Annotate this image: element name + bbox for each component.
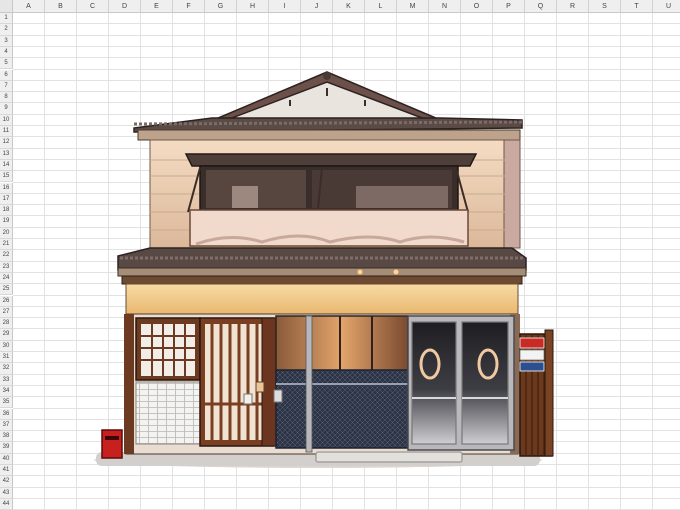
blue-sign [519, 361, 545, 372]
upper-eave [137, 129, 521, 141]
left-pillar [124, 314, 134, 454]
storefront-illustration[interactable] [0, 0, 680, 510]
display-window [275, 315, 409, 373]
red-sign [519, 337, 545, 349]
red-mailbox [101, 429, 123, 459]
window-canopy [184, 153, 478, 167]
tile-wall [135, 381, 201, 445]
spreadsheet-grid[interactable]: ABCDEFGHIJKLMNOPQRSTU 1 2 3 4 5 6 7 8 9 10 11 12 13 1… [0, 0, 680, 510]
door-plate [255, 381, 265, 393]
shop-fascia [125, 283, 519, 315]
roof-ridge-ornament [323, 72, 331, 80]
white-sign [519, 349, 545, 361]
entrance-mat [315, 451, 463, 463]
mesh-shutter [275, 369, 409, 449]
